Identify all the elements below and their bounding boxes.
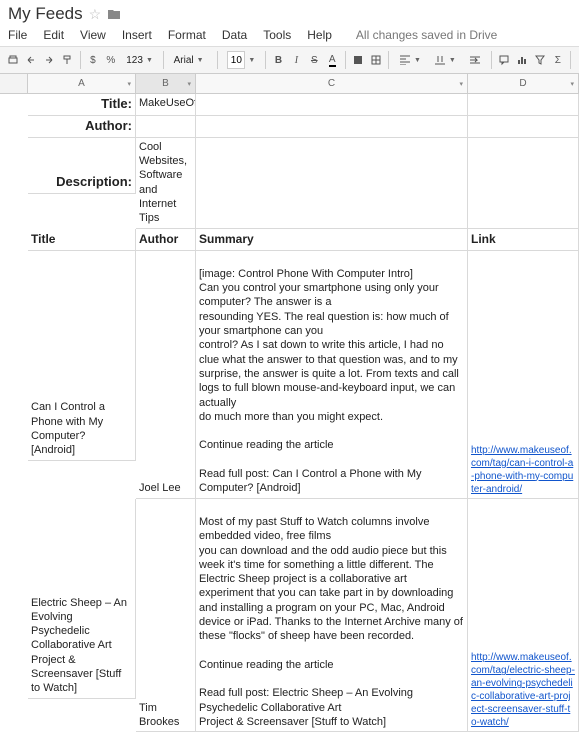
insert-chart-button[interactable] bbox=[514, 50, 529, 70]
link-anchor[interactable]: http://www.makeuseof.com/tag/electric-sh… bbox=[471, 651, 575, 729]
chevron-down-icon: ▾ bbox=[127, 80, 131, 88]
cell[interactable] bbox=[468, 138, 579, 229]
menu-file[interactable]: File bbox=[8, 28, 27, 42]
star-icon[interactable]: ☆ bbox=[89, 6, 102, 23]
chevron-down-icon: ▾ bbox=[459, 80, 463, 88]
title-bar: My Feeds ☆ bbox=[0, 0, 579, 26]
redo-button[interactable] bbox=[42, 50, 57, 70]
menu-insert[interactable]: Insert bbox=[122, 28, 152, 42]
menu-tools[interactable]: Tools bbox=[263, 28, 291, 42]
meta-desc-label[interactable]: Description: bbox=[28, 138, 136, 194]
menu-data[interactable]: Data bbox=[222, 28, 247, 42]
menu-format[interactable]: Format bbox=[168, 28, 206, 42]
menu-bar: File Edit View Insert Format Data Tools … bbox=[0, 26, 579, 46]
row-author[interactable]: Tim Brookes bbox=[136, 499, 196, 732]
row-summary[interactable]: [image: Control Phone With Computer Intr… bbox=[196, 251, 468, 499]
row-author[interactable]: Joel Lee bbox=[136, 251, 196, 499]
insert-comment-button[interactable] bbox=[497, 50, 512, 70]
column-headers: A▾ B▾ C▾ D▾ bbox=[0, 74, 579, 94]
spreadsheet-grid[interactable]: Title: MakeUseOf Author: Description: Co… bbox=[28, 94, 579, 732]
header-author[interactable]: Author bbox=[136, 229, 196, 251]
text-color-button[interactable]: A bbox=[325, 50, 340, 70]
row-title[interactable]: Can I Control a Phone with My Computer? … bbox=[28, 251, 136, 461]
chevron-down-icon: ▼ bbox=[449, 57, 456, 64]
save-status: All changes saved in Drive bbox=[356, 28, 497, 42]
menu-edit[interactable]: Edit bbox=[43, 28, 64, 42]
col-header-b[interactable]: B▾ bbox=[136, 74, 196, 93]
chevron-down-icon: ▼ bbox=[414, 57, 421, 64]
col-header-d[interactable]: D▾ bbox=[468, 74, 579, 93]
toolbar-separator bbox=[388, 51, 389, 69]
toolbar-separator bbox=[491, 51, 492, 69]
meta-author-value[interactable] bbox=[136, 116, 196, 138]
functions-button[interactable]: Σ bbox=[550, 50, 565, 70]
font-size-dropdown[interactable]: ▼ bbox=[222, 50, 260, 70]
row-link[interactable]: http://www.makeuseof.com/tag/electric-sh… bbox=[468, 499, 579, 732]
paint-format-button[interactable] bbox=[60, 50, 75, 70]
number-format-label: 123 bbox=[126, 55, 143, 66]
strike-button[interactable]: S bbox=[307, 50, 322, 70]
meta-author-label[interactable]: Author: bbox=[28, 116, 136, 138]
chevron-down-icon: ▾ bbox=[187, 80, 191, 88]
fill-color-button[interactable] bbox=[350, 50, 365, 70]
doc-title[interactable]: My Feeds bbox=[8, 4, 83, 24]
chevron-down-icon: ▼ bbox=[197, 57, 204, 64]
row-title[interactable]: Electric Sheep – An Evolving Psychedelic… bbox=[28, 499, 136, 699]
chevron-down-icon: ▾ bbox=[570, 80, 574, 88]
undo-button[interactable] bbox=[24, 50, 39, 70]
menu-help[interactable]: Help bbox=[307, 28, 332, 42]
col-header-a[interactable]: A▾ bbox=[28, 74, 136, 93]
chevron-down-icon: ▼ bbox=[146, 57, 153, 64]
toolbar: $ % 123▼ Arial▼ ▼ B I S A ▼ ▼ Σ bbox=[0, 46, 579, 74]
font-dropdown[interactable]: Arial▼ bbox=[169, 50, 212, 70]
menu-view[interactable]: View bbox=[80, 28, 106, 42]
filter-button[interactable] bbox=[532, 50, 547, 70]
toolbar-separator bbox=[345, 51, 346, 69]
col-header-c[interactable]: C▾ bbox=[196, 74, 468, 93]
meta-title-label[interactable]: Title: bbox=[28, 94, 136, 116]
toolbar-separator bbox=[265, 51, 266, 69]
cell[interactable] bbox=[468, 116, 579, 138]
header-link[interactable]: Link bbox=[468, 229, 579, 251]
cell[interactable] bbox=[196, 138, 468, 229]
font-label: Arial bbox=[174, 55, 194, 66]
format-number-dropdown[interactable]: 123▼ bbox=[121, 50, 158, 70]
font-size-input[interactable] bbox=[227, 51, 245, 69]
select-all-corner[interactable] bbox=[0, 74, 28, 93]
align-dropdown[interactable]: ▼ bbox=[394, 50, 426, 70]
toolbar-separator bbox=[163, 51, 164, 69]
toolbar-separator bbox=[217, 51, 218, 69]
row-link[interactable]: http://www.makeuseof.com/tag/can-i-contr… bbox=[468, 251, 579, 499]
toolbar-separator bbox=[570, 51, 571, 69]
italic-button[interactable]: I bbox=[289, 50, 304, 70]
header-title[interactable]: Title bbox=[28, 229, 136, 251]
folder-icon[interactable] bbox=[107, 8, 121, 20]
format-percent-button[interactable]: % bbox=[103, 50, 118, 70]
wrap-dropdown[interactable] bbox=[464, 50, 486, 70]
cell[interactable] bbox=[196, 94, 468, 116]
link-anchor[interactable]: http://www.makeuseof.com/tag/can-i-contr… bbox=[471, 444, 575, 496]
format-currency-button[interactable]: $ bbox=[85, 50, 100, 70]
cell[interactable] bbox=[468, 94, 579, 116]
chevron-down-icon: ▼ bbox=[248, 57, 255, 64]
meta-desc-value[interactable]: Cool Websites, Software and Internet Tip… bbox=[136, 138, 196, 229]
bold-button[interactable]: B bbox=[271, 50, 286, 70]
row-summary[interactable]: Most of my past Stuff to Watch columns i… bbox=[196, 499, 468, 732]
header-summary[interactable]: Summary bbox=[196, 229, 468, 251]
print-button[interactable] bbox=[6, 50, 21, 70]
cell[interactable] bbox=[196, 116, 468, 138]
toolbar-separator bbox=[80, 51, 81, 69]
borders-button[interactable] bbox=[368, 50, 383, 70]
valign-dropdown[interactable]: ▼ bbox=[429, 50, 461, 70]
meta-title-value[interactable]: MakeUseOf bbox=[136, 94, 196, 116]
